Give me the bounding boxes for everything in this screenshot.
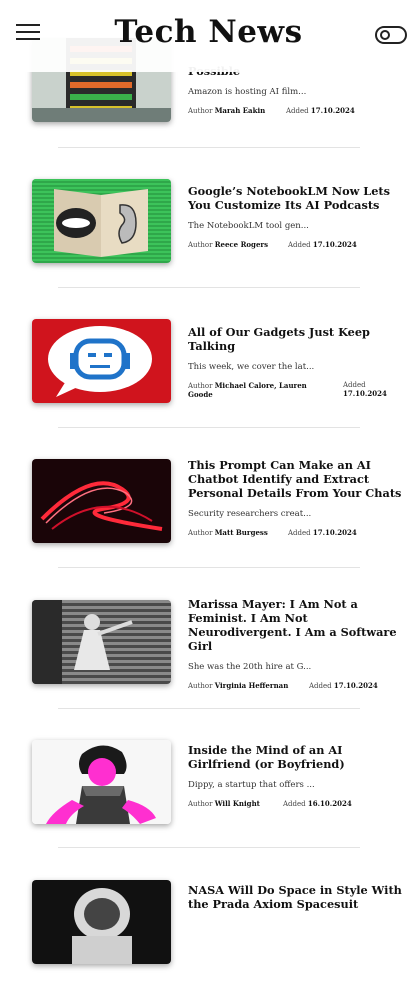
added-date: Added 17.10.2024 — [286, 106, 355, 115]
divider — [58, 708, 360, 709]
added-date: Added 17.10.2024 — [343, 381, 387, 398]
article-meta: Author Will Knight Added 16.10.2024 — [188, 799, 403, 817]
article-title[interactable]: All of Our Gadgets Just Keep Talking — [188, 325, 403, 353]
author-name[interactable]: Marah Eakin — [215, 106, 266, 115]
article-card[interactable]: NASA Will Do Space in Style With the Pra… — [0, 880, 417, 990]
ai-girlfriend-image — [32, 740, 171, 824]
article-thumbnail[interactable] — [32, 740, 171, 824]
article-card[interactable]: Google’s NotebookLM Now Lets You Customi… — [0, 179, 417, 289]
article-card[interactable]: Marissa Mayer: I Am Not a Feminist. I Am… — [0, 597, 417, 710]
author-name[interactable]: Virginia Heffernan — [215, 681, 289, 690]
article-excerpt: Dippy, a startup that offers ... — [188, 780, 315, 790]
article-excerpt: Security researchers creat... — [188, 509, 312, 519]
mouth-ear-image — [32, 179, 171, 263]
divider — [58, 567, 360, 568]
article-excerpt: This week, we cover the lat... — [188, 362, 315, 372]
added-date: Added 17.10.2024 — [288, 528, 357, 537]
article-meta: Author Virginia Heffernan Added 17.10.20… — [188, 681, 403, 699]
author-name[interactable]: Will Knight — [215, 799, 260, 808]
article-title[interactable]: Marissa Mayer: I Am Not a Feminist. I Am… — [188, 597, 403, 653]
divider — [58, 147, 360, 148]
article-meta: Author Matt Burgess Added 17.10.2024 — [188, 528, 403, 546]
article-card[interactable]: This Prompt Can Make an AI Chatbot Ident… — [0, 458, 417, 569]
theme-toggle-icon[interactable] — [375, 26, 407, 44]
divider — [58, 427, 360, 428]
added-date: Added 17.10.2024 — [288, 240, 357, 249]
woman-in-doorway-image — [32, 600, 171, 684]
author-name[interactable]: Matt Burgess — [215, 528, 268, 537]
divider — [58, 287, 360, 288]
article-thumbnail[interactable] — [32, 459, 171, 543]
red-light-swirl-image — [32, 459, 171, 543]
article-title[interactable]: Inside the Mind of an AI Girlfriend (or … — [188, 743, 403, 771]
article-title[interactable]: Google’s NotebookLM Now Lets You Customi… — [188, 184, 403, 212]
author-label: Author — [188, 800, 213, 808]
article-meta: Author Reece Rogers Added 17.10.2024 — [188, 240, 403, 258]
article-thumbnail[interactable] — [32, 319, 171, 403]
article-card[interactable]: All of Our Gadgets Just Keep Talking Thi… — [0, 319, 417, 429]
article-meta: Author Michael Calore, Lauren Goode Adde… — [188, 381, 387, 399]
divider — [58, 847, 360, 848]
author-label: Author — [188, 241, 213, 249]
article-excerpt: She was the 20th hire at G... — [188, 662, 312, 672]
article-thumbnail[interactable] — [32, 179, 171, 263]
added-date: Added 16.10.2024 — [283, 799, 352, 808]
article-thumbnail[interactable] — [32, 600, 171, 684]
article-card[interactable]: Inside the Mind of an AI Girlfriend (or … — [0, 740, 417, 850]
site-title[interactable]: Tech News — [0, 14, 417, 50]
author-name[interactable]: Reece Rogers — [215, 240, 268, 249]
author-label: Author — [188, 382, 213, 390]
added-date: Added 17.10.2024 — [309, 681, 378, 690]
article-excerpt: The NotebookLM tool gen... — [188, 221, 309, 231]
author-label: Author — [188, 682, 213, 690]
article-thumbnail[interactable] — [32, 880, 171, 964]
astronaut-image — [32, 880, 171, 964]
article-excerpt: Amazon is hosting AI film... — [188, 87, 307, 97]
chatbot-bubble-image — [32, 319, 171, 403]
top-bar: Tech News — [0, 0, 417, 72]
article-title[interactable]: NASA Will Do Space in Style With the Pra… — [188, 883, 403, 911]
author-label: Author — [188, 529, 213, 537]
author-label: Author — [188, 107, 213, 115]
article-title[interactable]: This Prompt Can Make an AI Chatbot Ident… — [188, 458, 403, 500]
article-meta: Author Marah Eakin Added 17.10.2024 — [188, 106, 403, 124]
